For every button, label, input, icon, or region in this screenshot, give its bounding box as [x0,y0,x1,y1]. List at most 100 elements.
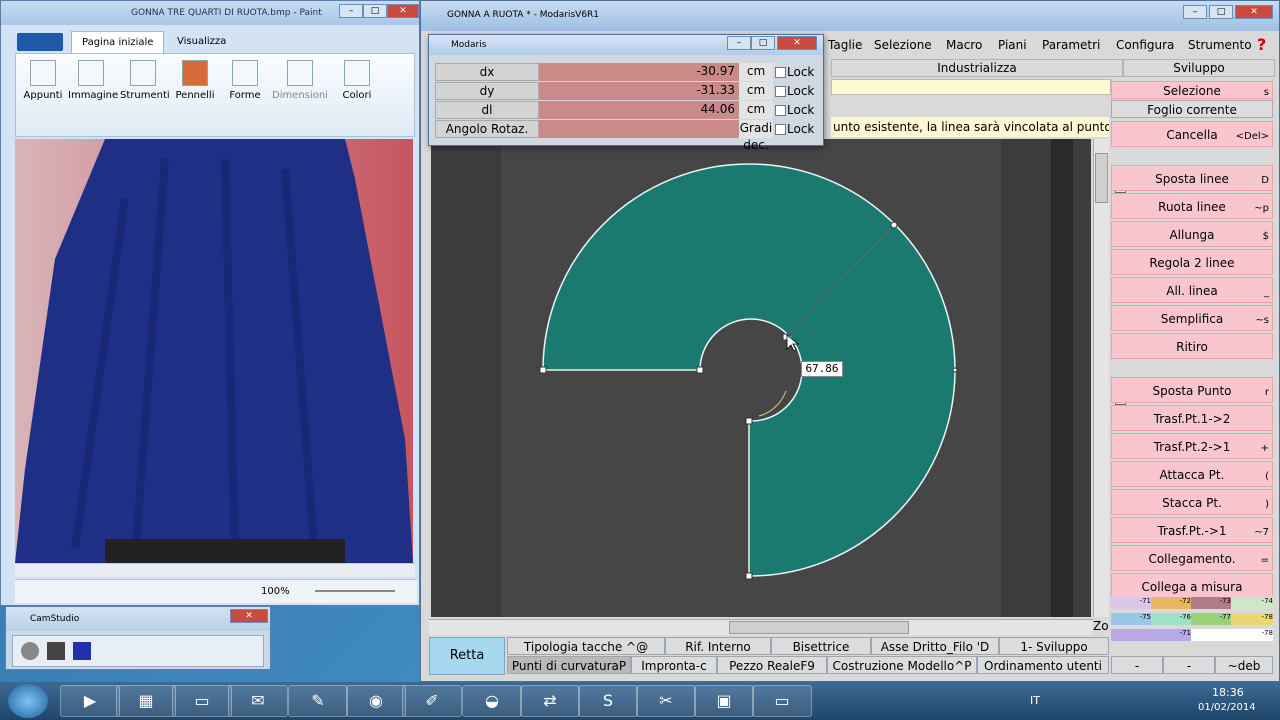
menu-strumento[interactable]: Strumento [1183,35,1257,55]
help-icon[interactable]: ? [1257,35,1275,55]
brushes-button[interactable]: Pennelli [172,58,218,134]
lock-checkbox[interactable]: Lock [773,63,821,81]
menu-taglie[interactable]: Taglie [823,35,867,55]
minimize-button[interactable]: – [1183,5,1207,19]
maximize-button[interactable]: □ [1209,5,1233,19]
value-field[interactable] [539,120,739,138]
ordinamento-utenti-button[interactable]: Ordinamento utenti [977,656,1109,674]
lock-checkbox[interactable]: Lock [773,120,821,138]
panel-button[interactable]: Sposta linee D [1111,165,1273,191]
vscroll-thumb[interactable] [1095,153,1108,203]
pezzo-reale-button[interactable]: Pezzo RealeF9 [717,656,827,674]
lock-checkbox[interactable]: Lock [773,101,821,119]
chrome-icon[interactable]: ◉ [346,685,406,717]
panel-button[interactable]: Allunga $ [1111,221,1273,247]
nav-button-mid[interactable]: - [1163,656,1215,674]
swatch[interactable]: -78 [1231,613,1273,625]
sviluppo-level-button[interactable]: 1- Sviluppo [999,637,1109,655]
minimize-button[interactable]: – [339,4,363,18]
selezione-button[interactable]: Selezione s [1111,81,1273,99]
panel-button[interactable]: Stacca Pt.) [1111,489,1273,515]
image-button[interactable]: Immagine [68,58,118,134]
rif-interno-button[interactable]: Rif. Interno [665,637,771,655]
menu-selezione[interactable]: Selezione [869,35,937,55]
panel-button[interactable]: Ritiro [1111,333,1273,359]
stop-icon[interactable] [73,642,91,660]
punti-curvatura-button[interactable]: Punti di curvaturaP [507,656,631,674]
maximize-button[interactable]: □ [751,36,775,50]
tab-visualizza[interactable]: Visualizza [167,31,236,53]
nav-button-right[interactable]: ~deb [1215,656,1273,674]
window-icon[interactable]: ▭ [752,685,812,717]
panel-button[interactable]: Sposta Punto r [1111,377,1273,403]
start-button[interactable] [8,684,48,718]
swatch[interactable]: -71 [1111,597,1151,609]
explorer-icon[interactable]: ▭ [172,685,232,717]
tab-sviluppo[interactable]: Sviluppo [1123,59,1275,77]
tipologia-tacche-button[interactable]: Tipologia tacche ^@ [507,637,665,655]
costruzione-modello-button[interactable]: Costruzione Modello^P [827,656,977,674]
pause-icon[interactable] [47,642,65,660]
input-field[interactable] [831,79,1111,95]
panel-button[interactable]: Ruota linee ~p [1111,193,1273,219]
nav-button-left[interactable]: - [1111,656,1163,674]
skype-icon[interactable]: S [578,685,638,717]
sunglasses-icon[interactable]: ◒ [462,685,522,717]
retta-button[interactable]: Retta [429,637,505,675]
tab-pagina-iniziale[interactable]: Pagina iniziale [71,31,165,53]
menu-configura[interactable]: Configura [1111,35,1179,55]
impronta-button[interactable]: Impronta-c [631,656,717,674]
vertical-scrollbar[interactable] [1093,139,1109,617]
panel-button[interactable]: All. linea _ [1111,277,1273,303]
panel-button[interactable]: Semplifica ~s [1111,305,1273,331]
mail-icon[interactable]: ✉ [228,685,288,717]
teamviewer-icon[interactable]: ⇄ [520,685,580,717]
paint-canvas[interactable] [15,139,413,563]
close-button[interactable]: ✕ [777,36,817,50]
asse-dritto-button[interactable]: Asse Dritto_Filo 'D [871,637,999,655]
value-field[interactable]: 44.06 [539,101,739,119]
horizontal-scrollbar[interactable] [429,619,1093,635]
clock-time[interactable]: 18:36 [1212,686,1244,699]
close-button[interactable]: ✕ [1235,5,1273,19]
colors-button[interactable]: Colori [334,58,380,134]
swatch[interactable]: -78 [1191,629,1273,641]
paint-icon[interactable]: ✐ [402,685,462,717]
menu-macro[interactable]: Macro [941,35,987,55]
shapes-button[interactable]: Forme [222,58,268,134]
tools-button[interactable]: Strumenti [120,58,170,134]
hscroll-thumb[interactable] [729,621,909,634]
panel-button[interactable]: Trasf.Pt.1->2 [1111,405,1273,431]
modaris-icon[interactable]: ✂ [636,685,696,717]
panel-button[interactable]: Regola 2 linee [1111,249,1273,275]
size-button[interactable]: Dimensioni [272,58,328,134]
value-field[interactable]: -31.33 [539,82,739,100]
office-icon[interactable]: ✎ [288,685,348,717]
clock-date[interactable]: 01/02/2014 [1198,702,1256,713]
clipboard-button[interactable]: Appunti [20,58,66,134]
swatch[interactable]: -71 [1111,629,1191,641]
lock-checkbox[interactable]: Lock [773,82,821,100]
swatch[interactable]: -74 [1231,597,1273,609]
close-button[interactable]: ✕ [230,609,268,623]
camstudio-icon[interactable]: ▣ [694,685,754,717]
minimize-button[interactable]: – [727,36,751,50]
paint-hscrollbar[interactable] [15,563,415,577]
panel-button[interactable]: Collegamento. = [1111,545,1273,571]
swatch[interactable]: -75 [1111,613,1151,625]
tab-industrializza[interactable]: Industrializza [831,59,1123,77]
panel-button[interactable]: Cancella <Del> [1111,121,1273,147]
calculator-icon[interactable]: ▦ [116,685,176,717]
swatch[interactable]: -72 [1151,597,1191,609]
panel-button[interactable]: Trasf.Pt.->1 ~7 [1111,517,1273,543]
paint-menu-button[interactable] [17,33,63,51]
swatch[interactable]: -77 [1191,613,1231,625]
zoom-slider[interactable] [315,590,395,592]
panel-button[interactable]: Attacca Pt. ( [1111,461,1273,487]
close-button[interactable]: ✕ [387,4,419,18]
swatch[interactable]: -76 [1151,613,1191,625]
swatch[interactable]: -73 [1191,597,1231,609]
value-field[interactable]: -30.97 [539,63,739,81]
foglio-corrente-button[interactable]: Foglio corrente [1111,100,1273,118]
maximize-button[interactable]: □ [363,4,387,18]
